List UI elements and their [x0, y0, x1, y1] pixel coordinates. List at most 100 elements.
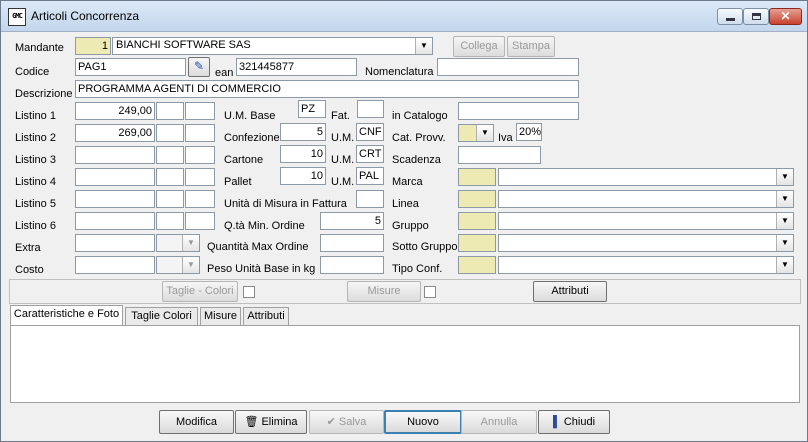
- codice-field[interactable]: PAG1: [75, 58, 186, 76]
- costo-field[interactable]: [75, 256, 155, 274]
- attributi-button[interactable]: Attributi: [533, 281, 607, 302]
- tipo-conf-select[interactable]: ▼: [498, 256, 794, 274]
- annulla-button[interactable]: Annulla: [461, 410, 537, 434]
- fat-field[interactable]: [357, 100, 384, 118]
- elimina-button[interactable]: 🗑 Elimina: [235, 410, 307, 434]
- listino-sconto1-field[interactable]: [156, 124, 184, 142]
- linea-label: Linea: [392, 198, 419, 210]
- mandante-label: Mandante: [15, 42, 64, 54]
- listino-sconto1-field[interactable]: [156, 102, 184, 120]
- chevron-down-icon: ▼: [776, 235, 793, 251]
- tab-taglie-colori[interactable]: Taglie Colori: [125, 307, 198, 325]
- listino-sconto2-field[interactable]: [185, 124, 215, 142]
- link-icon: ✎: [193, 59, 205, 73]
- cartone-um-label: U.M.: [331, 154, 355, 166]
- listino-sconto2-field[interactable]: [185, 168, 215, 186]
- mandante-code-field[interactable]: 1: [75, 37, 111, 55]
- costo-label: Costo: [15, 264, 44, 276]
- listino-field[interactable]: [75, 146, 155, 164]
- listino-sconto2-field[interactable]: [185, 190, 215, 208]
- sotto-gruppo-select[interactable]: ▼: [498, 234, 794, 252]
- qta-min-label: Q.tà Min. Ordine: [224, 220, 305, 232]
- listino-sconto2-field[interactable]: [185, 146, 215, 164]
- codice-label: Codice: [15, 66, 50, 78]
- chiudi-button[interactable]: ▌ Chiudi: [538, 410, 610, 434]
- qta-max-field[interactable]: [320, 234, 384, 252]
- confezione-field[interactable]: 5: [280, 123, 326, 141]
- misure-button[interactable]: Misure: [347, 281, 421, 302]
- salva-button[interactable]: ✔ Salva: [309, 410, 384, 434]
- gruppo-select[interactable]: ▼: [498, 212, 794, 230]
- listino-sconto1-field[interactable]: [156, 146, 184, 164]
- maximize-button[interactable]: [743, 8, 769, 25]
- collega-button[interactable]: Collega: [453, 36, 505, 57]
- um-fattura-field[interactable]: [356, 190, 384, 208]
- elimina-label: Elimina: [261, 416, 298, 428]
- tipo-conf-code-field[interactable]: [458, 256, 496, 274]
- cat-provv-label: Cat. Provv.: [392, 132, 446, 144]
- close-window-button[interactable]: ✕: [769, 8, 802, 25]
- iva-field[interactable]: 20%: [516, 123, 542, 141]
- marca-label: Marca: [392, 176, 423, 188]
- nomenclatura-label: Nomenclatura: [365, 66, 434, 78]
- listino-sconto1-field[interactable]: [156, 212, 184, 230]
- trash-icon: 🗑: [244, 416, 259, 428]
- salva-label: Salva: [338, 416, 367, 428]
- scadenza-field[interactable]: [458, 146, 541, 164]
- gruppo-code-field[interactable]: [458, 212, 496, 230]
- mandante-select[interactable]: BIANCHI SOFTWARE SAS ▼: [112, 37, 433, 55]
- linea-select[interactable]: ▼: [498, 190, 794, 208]
- tab-caratteristiche-foto[interactable]: Caratteristiche e Foto: [10, 305, 123, 325]
- pallet-field[interactable]: 10: [280, 167, 326, 185]
- um-fattura-label: Unità di Misura in Fattura: [224, 198, 347, 210]
- cat-provv-select[interactable]: ▼: [458, 124, 494, 142]
- marca-code-field[interactable]: [458, 168, 496, 186]
- extra-field[interactable]: [75, 234, 155, 252]
- um-base-label: U.M. Base: [224, 110, 276, 122]
- listino-field[interactable]: [75, 212, 155, 230]
- listino-label: Listino 2: [15, 132, 56, 144]
- chevron-down-icon: ▼: [776, 257, 793, 273]
- cartone-field[interactable]: 10: [280, 145, 326, 163]
- peso-field[interactable]: [320, 256, 384, 274]
- listino-sconto1-field[interactable]: [156, 190, 184, 208]
- modifica-button[interactable]: Modifica: [159, 410, 234, 434]
- in-catalogo-label: in Catalogo: [392, 110, 448, 122]
- misure-checkbox[interactable]: [424, 286, 436, 298]
- listino-field[interactable]: 269,00: [75, 124, 155, 142]
- main-window: GMC Articoli Concorrenza ✕ Mandante 1 BI…: [0, 0, 808, 442]
- qta-min-field[interactable]: 5: [320, 212, 384, 230]
- chevron-down-icon: ▼: [182, 257, 199, 273]
- um-base-field[interactable]: PZ: [298, 100, 326, 118]
- listino-label: Listino 1: [15, 110, 56, 122]
- listino-sconto2-field[interactable]: [185, 102, 215, 120]
- ean-field[interactable]: 321445877: [236, 58, 357, 76]
- linea-code-field[interactable]: [458, 190, 496, 208]
- tab-attributi[interactable]: Attributi: [243, 307, 289, 325]
- stampa-button[interactable]: Stampa: [507, 36, 555, 57]
- sotto-gruppo-code-field[interactable]: [458, 234, 496, 252]
- tab-misure[interactable]: Misure: [200, 307, 241, 325]
- link-button[interactable]: ✎: [188, 57, 210, 77]
- minimize-button[interactable]: [717, 8, 743, 25]
- nuovo-button[interactable]: Nuovo: [384, 410, 462, 434]
- descrizione-field[interactable]: PROGRAMMA AGENTI DI COMMERCIO: [75, 80, 579, 98]
- listino-field[interactable]: [75, 168, 155, 186]
- in-catalogo-field[interactable]: [458, 102, 579, 120]
- pallet-um-field[interactable]: PAL: [356, 167, 384, 185]
- listino-sconto2-field[interactable]: [185, 212, 215, 230]
- extra-select[interactable]: ▼: [156, 234, 200, 252]
- qta-max-label: Quantità Max Ordine: [207, 241, 309, 253]
- listino-field[interactable]: 249,00: [75, 102, 155, 120]
- taglie-colori-checkbox[interactable]: [243, 286, 255, 298]
- confezione-um-field[interactable]: CNF: [356, 123, 384, 141]
- marca-select[interactable]: ▼: [498, 168, 794, 186]
- nomenclatura-field[interactable]: [437, 58, 579, 76]
- costo-select[interactable]: ▼: [156, 256, 200, 274]
- app-icon: GMC: [8, 8, 26, 26]
- taglie-colori-button[interactable]: Taglie - Colori: [162, 281, 238, 302]
- listino-sconto1-field[interactable]: [156, 168, 184, 186]
- cartone-um-field[interactable]: CRT: [356, 145, 384, 163]
- extra-label: Extra: [15, 242, 41, 254]
- listino-field[interactable]: [75, 190, 155, 208]
